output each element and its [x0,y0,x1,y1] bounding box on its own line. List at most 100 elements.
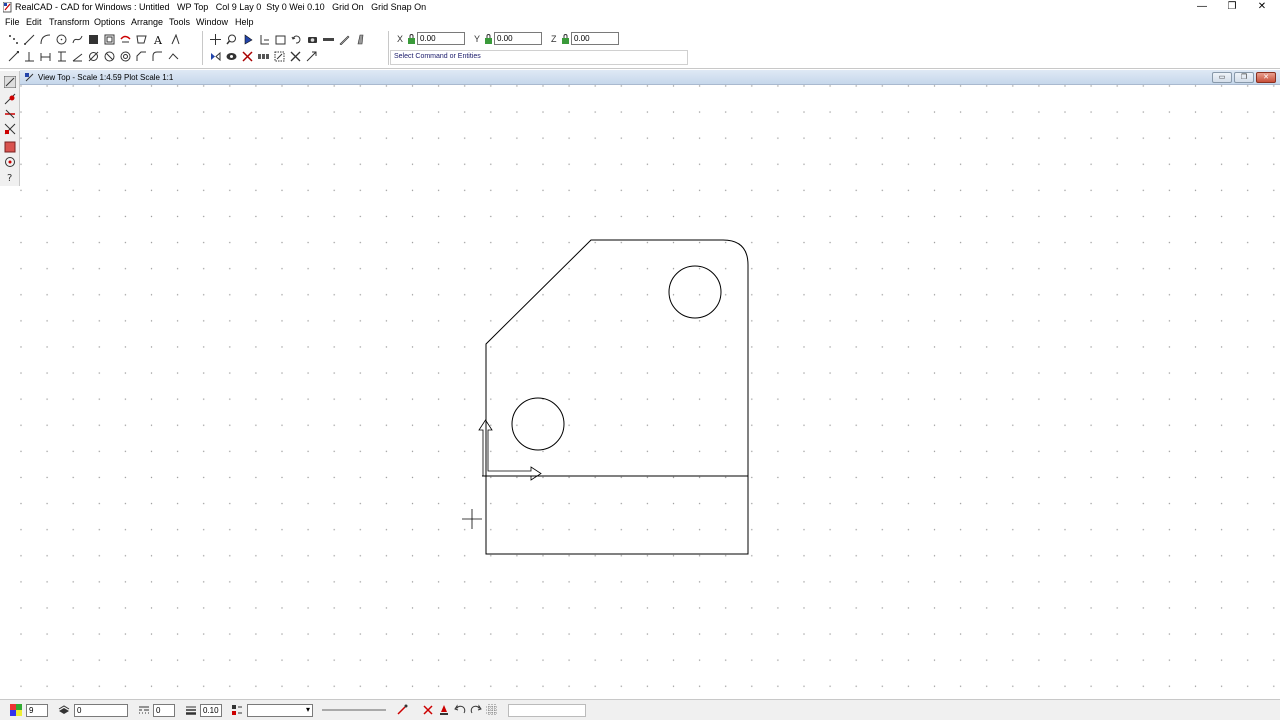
menu-file[interactable]: File [5,17,20,27]
menu-options[interactable]: Options [94,17,125,27]
view-close-button[interactable]: ✕ [1256,72,1276,83]
color-field[interactable]: 9 [26,704,48,717]
curve-tool-icon[interactable] [120,34,131,45]
circle-3pt-icon[interactable] [104,51,115,62]
menu-edit[interactable]: Edit [26,17,42,27]
eyedropper-icon[interactable] [396,704,408,716]
solid-rect-icon[interactable] [88,34,99,45]
command-prompt[interactable]: Select Command or Entities [390,50,688,65]
svg-text:?: ? [7,173,12,183]
snap-center-icon[interactable] [4,141,16,153]
spline-icon[interactable] [72,34,83,45]
cancel-icon[interactable] [422,704,434,716]
view-icon [25,73,34,82]
z-coordinate-input[interactable] [571,32,619,45]
tangent-circle-icon[interactable] [88,51,99,62]
text-icon[interactable]: A [153,34,164,45]
layer-field[interactable]: 0 [74,704,128,717]
angle-line-icon[interactable] [72,51,83,62]
svg-text:A: A [153,34,163,45]
weight-field[interactable]: 0.10 [200,704,222,717]
layer-icon[interactable] [58,704,70,716]
pen-dropdown[interactable]: ▾ [247,704,313,717]
horizontal-dim-icon[interactable] [40,51,51,62]
zoom-icon[interactable] [226,34,237,45]
camera-icon[interactable] [307,34,318,45]
circle-tangent-icon[interactable] [120,51,131,62]
menu-tools[interactable]: Tools [169,17,190,27]
vertical-dim-icon[interactable] [56,51,67,62]
mirror-icon[interactable] [210,51,221,62]
y-coordinate-input[interactable] [494,32,542,45]
help-icon[interactable]: ? [4,171,16,183]
x-coordinate-input[interactable] [417,32,465,45]
frame-icon[interactable] [275,34,286,45]
polygon-icon[interactable] [136,34,147,45]
snap-intersection-icon[interactable] [4,123,16,135]
style-field[interactable]: 0 [153,704,175,717]
menu-transform[interactable]: Transform [49,17,90,27]
offset-icon[interactable] [168,51,179,62]
crosshair-icon[interactable] [210,34,221,45]
view-minimize-button[interactable]: ▭ [1212,72,1232,83]
view-title: View Top - Scale 1:4.59 Plot Scale 1:1 [38,73,174,82]
grid-dots [20,85,1280,699]
line-icon[interactable] [24,34,35,45]
z-label: Z [551,34,557,44]
lock-icon[interactable] [484,34,493,44]
menu-window[interactable]: Window [196,17,228,27]
grid-toggle-icon[interactable] [486,704,498,716]
point-icon[interactable] [8,34,19,45]
select-arrow-icon[interactable] [243,34,254,45]
scale-icon[interactable] [274,51,285,62]
snap-toolbar: ? [0,71,20,186]
explode-icon[interactable] [242,51,253,62]
chevron-down-icon: ▾ [305,705,310,714]
undo-icon[interactable] [454,704,466,716]
view-restore-button[interactable]: ❐ [1234,72,1254,83]
menu-help[interactable]: Help [235,17,254,27]
dimension-icon[interactable] [170,34,181,45]
snap-midpoint-icon[interactable] [4,108,16,120]
drawing-canvas[interactable] [20,85,1280,699]
view-titlebar: View Top - Scale 1:4.59 Plot Scale 1:1 ▭… [20,70,1280,85]
chamfer-icon[interactable] [136,51,147,62]
y-label: Y [474,34,481,44]
line-preview [322,709,386,711]
brush-icon[interactable] [355,34,366,45]
title-bar: RealCAD - CAD for Windows : Untitled WP … [0,0,1280,15]
snap-grid-icon[interactable] [4,93,16,105]
marker-icon[interactable] [438,704,450,716]
pen-settings-icon[interactable] [231,704,243,716]
snap-tangent-icon[interactable] [4,156,16,168]
perpendicular-line-icon[interactable] [24,51,35,62]
fillet-icon[interactable] [152,51,163,62]
menu-arrange[interactable]: Arrange [131,17,163,27]
line-point-icon[interactable] [8,51,19,62]
rectangle-icon[interactable] [104,34,115,45]
line-weight-icon[interactable] [185,704,197,716]
eye-icon[interactable] [226,51,237,62]
toolbar-separator [202,31,203,65]
color-palette-icon[interactable] [10,704,22,716]
redo-icon[interactable] [470,704,482,716]
ruler-icon[interactable] [323,34,334,45]
stretch-icon[interactable] [306,51,317,62]
circle-icon[interactable] [56,34,67,45]
minimize-button[interactable]: — [1186,0,1218,15]
menu-bar: File Edit Transform Options Arrange Tool… [0,15,1280,29]
arc-icon[interactable] [40,34,51,45]
status-info-field [508,704,586,717]
trim-icon[interactable] [259,34,270,45]
snap-endpoint-icon[interactable] [4,76,16,88]
close-button[interactable]: ✕ [1246,0,1278,15]
delete-icon[interactable] [290,51,301,62]
rotate-icon[interactable] [291,34,302,45]
app-icon [3,2,12,13]
array-icon[interactable] [258,51,269,62]
pencil-icon[interactable] [339,34,350,45]
line-style-icon[interactable] [138,704,150,716]
restore-button[interactable]: ❐ [1216,0,1248,15]
lock-icon[interactable] [561,34,570,44]
lock-icon[interactable] [407,34,416,44]
